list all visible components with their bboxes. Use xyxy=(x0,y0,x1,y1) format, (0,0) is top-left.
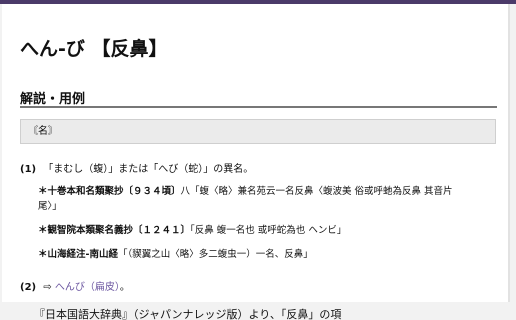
example-citation: ＊山海経注‐南山経「（䝟翼之山〈略〉多二蝮虫一）一名、反鼻」 xyxy=(38,247,498,262)
cross-reference-arrow-icon: ⇨ xyxy=(43,282,52,293)
image-caption: 『日本国語大辞典』（ジャパンナレッジ版）より、「反鼻」の項 xyxy=(0,304,516,320)
sense-number: (2) xyxy=(20,282,37,293)
sense-1: (1) 「まむし（蝮）」または「へび（蛇）」の異名。 xyxy=(20,160,253,175)
example-citation: ＊十巻本和名類聚抄〔９３４頃〕八「蝮〈略〉兼名苑云一名反鼻〈蝮波美 俗或呼虵為反… xyxy=(38,184,458,214)
section-heading: 解説・用例 xyxy=(20,92,86,107)
sense-definition: 「まむし（蝮）」または「へび（蛇）」の異名。 xyxy=(43,164,254,175)
sense-2: (2) ⇨ へんび（扁皮）。 xyxy=(20,278,130,293)
part-of-speech-box: 〘名〙 xyxy=(20,119,496,144)
citation-source: ＊山海経注‐南山経 xyxy=(38,249,118,260)
citation-source: ＊十巻本和名類聚抄〔９３４頃〕 xyxy=(38,186,181,197)
citation-text: 「（䝟翼之山〈略〉多二蝮虫一）一名、反鼻」 xyxy=(117,249,313,260)
sense-terminator: 。 xyxy=(119,282,130,293)
sense-number: (1) xyxy=(20,164,37,175)
cross-reference-link[interactable]: へんび（扁皮） xyxy=(55,282,120,293)
section-divider xyxy=(20,106,497,108)
entry-title: へん‐び 【反鼻】 xyxy=(20,38,168,60)
part-of-speech-label: 〘名〙 xyxy=(28,126,58,137)
citation-source: ＊観智院本類聚名義抄〔１２４１〕 xyxy=(38,225,191,236)
citation-text: 「反鼻 蝮一名也 或呼蛇為也 ヘンビ」 xyxy=(190,225,347,236)
dictionary-entry-card: へん‐び 【反鼻】 解説・用例 〘名〙 (1) 「まむし（蝮）」または「へび（蛇… xyxy=(2,4,510,302)
example-citation: ＊観智院本類聚名義抄〔１２４１〕「反鼻 蝮一名也 或呼蛇為也 ヘンビ」 xyxy=(38,223,498,238)
